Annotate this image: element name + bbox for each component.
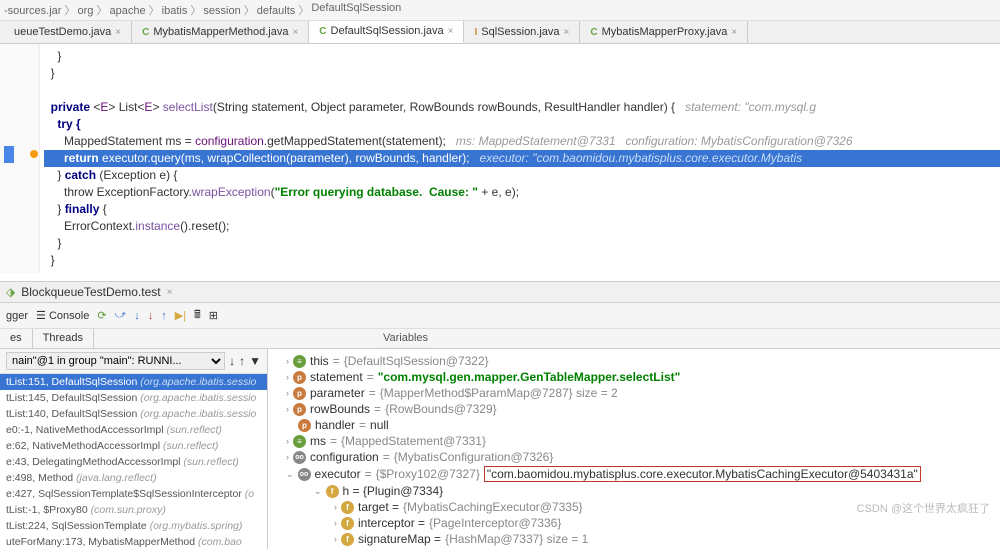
variable-row[interactable]: ›≡ms = {MappedStatement@7331} <box>272 433 996 449</box>
run-to-cursor-icon[interactable]: ▶| <box>175 309 186 322</box>
frames-panel: nain"@1 in group "main": RUNNI... ↓ ↑ ▼ … <box>0 349 268 549</box>
stack-frame[interactable]: e:498, Method (java.lang.reflect) <box>0 470 267 486</box>
field-icon: f <box>341 517 354 530</box>
tab-file-3[interactable]: ISqlSession.java× <box>464 21 580 43</box>
step-up-icon[interactable]: ↑ <box>239 354 245 368</box>
variable-row[interactable]: ›pparameter = {MapperMethod$ParamMap@728… <box>272 385 996 401</box>
filter-icon[interactable]: ▼ <box>249 354 261 368</box>
tab-threads[interactable]: Threads <box>33 329 94 348</box>
this-icon: ≡ <box>293 355 306 368</box>
code-content[interactable]: } } private <E> List<E> selectList(Strin… <box>0 48 1000 269</box>
close-icon[interactable]: × <box>564 27 570 38</box>
collapse-icon[interactable]: ⌄ <box>314 486 322 497</box>
stack-frame[interactable]: e:427, SqlSessionTemplate$SqlSessionInte… <box>0 486 267 502</box>
interface-icon: I <box>474 27 477 38</box>
tab-frames[interactable]: es <box>0 329 33 348</box>
field-icon: f <box>341 501 354 514</box>
execution-point-icon <box>4 146 14 163</box>
tab-file-2[interactable]: CDefaultSqlSession.java× <box>309 21 464 43</box>
watermark: CSDN @这个世界太疯狂了 <box>857 500 990 516</box>
expand-icon[interactable]: › <box>334 518 337 528</box>
variables-header: Variables <box>377 329 434 348</box>
stack-frame[interactable]: e:62, NativeMethodAccessorImpl (sun.refl… <box>0 438 267 454</box>
class-icon: C <box>319 26 326 37</box>
param-icon: p <box>293 403 306 416</box>
stack-frame[interactable]: tList:-1, $Proxy80 (com.sun.proxy) <box>0 502 267 518</box>
step-out-icon[interactable]: ↑ <box>161 310 167 322</box>
tab-file-0[interactable]: ueueTestDemo.java× <box>0 21 132 43</box>
close-icon[interactable]: × <box>292 27 298 38</box>
expand-icon[interactable]: › <box>286 388 289 398</box>
debug-session-tab[interactable]: ⬗ BlockqueueTestDemo.test × <box>0 281 1000 303</box>
variable-row[interactable]: ⌄fh = {Plugin@7334} <box>272 483 996 499</box>
expand-icon[interactable]: › <box>286 452 289 462</box>
variable-row[interactable]: ›pstatement = "com.mysql.gen.mapper.GenT… <box>272 369 996 385</box>
collapse-icon[interactable]: ⌄ <box>286 469 294 480</box>
stack-frame[interactable]: e:43, DelegatingMethodAccessorImpl (sun.… <box>0 454 267 470</box>
tab-debugger[interactable]: gger <box>6 310 28 322</box>
tab-file-1[interactable]: CMybatisMapperMethod.java× <box>132 21 309 43</box>
class-icon: C <box>590 27 597 38</box>
stack-frame[interactable]: e0:-1, NativeMethodAccessorImpl (sun.ref… <box>0 422 267 438</box>
tab-console[interactable]: ☰ Console <box>36 309 89 322</box>
evaluate-icon[interactable]: 🖩 <box>194 306 201 325</box>
stack-frame[interactable]: tList:151, DefaultSqlSession (org.apache… <box>0 374 267 390</box>
force-step-into-icon[interactable]: ↓ <box>148 310 154 322</box>
field-icon: f <box>341 533 354 546</box>
this-icon: ≡ <box>293 435 306 448</box>
tab-file-4[interactable]: CMybatisMapperProxy.java× <box>580 21 748 43</box>
variables-panel: ›≡this = {DefaultSqlSession@7322} ›pstat… <box>268 349 1000 549</box>
variable-row[interactable]: ›ooconfiguration = {MybatisConfiguration… <box>272 449 996 465</box>
debug-toolbar: gger ☰ Console ⟳ ⤻ ↓ ↓ ↑ ▶| 🖩 ⊞ <box>0 303 1000 329</box>
expand-icon[interactable]: › <box>286 356 289 366</box>
breakpoint-icon[interactable] <box>30 150 38 158</box>
debug-panel-tabs: es Threads Variables <box>0 329 1000 349</box>
stack-frame[interactable]: tList:224, SqlSessionTemplate (org.mybat… <box>0 518 267 534</box>
editor-tabs: ueueTestDemo.java× CMybatisMapperMethod.… <box>0 21 1000 44</box>
stack-frame[interactable]: uteForMany:173, MybatisMapperMethod (com… <box>0 534 267 549</box>
variable-row[interactable]: phandler = null <box>272 417 996 433</box>
code-editor[interactable]: } } private <E> List<E> selectList(Strin… <box>0 44 1000 273</box>
close-icon[interactable]: × <box>167 287 173 298</box>
variable-row[interactable]: ›≡this = {DefaultSqlSession@7322} <box>272 353 996 369</box>
param-icon: p <box>298 419 311 432</box>
expand-icon[interactable]: › <box>286 404 289 414</box>
thread-selector[interactable]: nain"@1 in group "main": RUNNI... <box>6 352 225 370</box>
highlighted-value: "com.baomidou.mybatisplus.core.executor.… <box>484 466 921 482</box>
debug-icon: ⬗ <box>6 285 15 299</box>
field-icon: f <box>326 485 339 498</box>
variable-row-executor[interactable]: ⌄ooexecutor = {$Proxy102@7327} "com.baom… <box>272 465 996 483</box>
close-icon[interactable]: × <box>731 27 737 38</box>
variable-row[interactable]: ›finterceptor = {PageInterceptor@7336} <box>272 515 996 531</box>
param-icon: p <box>293 371 306 384</box>
object-icon: oo <box>298 468 311 481</box>
stack-frame[interactable]: tList:140, DefaultSqlSession (org.apache… <box>0 406 267 422</box>
step-down-icon[interactable]: ↓ <box>229 354 235 368</box>
variable-row[interactable]: ›fsignatureMap = {HashMap@7337} size = 1 <box>272 531 996 547</box>
rerun-icon[interactable]: ⟳ <box>97 309 106 322</box>
expand-icon[interactable]: › <box>286 436 289 446</box>
class-icon: C <box>142 27 149 38</box>
object-icon: oo <box>293 451 306 464</box>
variable-row[interactable]: ›prowBounds = {RowBounds@7329} <box>272 401 996 417</box>
param-icon: p <box>293 387 306 400</box>
expand-icon[interactable]: › <box>286 372 289 382</box>
step-over-icon[interactable]: ⤻ <box>115 309 127 322</box>
breadcrumb: -sources.jar org apache ibatis session d… <box>0 0 1000 21</box>
settings-icon[interactable]: ⊞ <box>209 309 218 322</box>
stack-frame[interactable]: tList:145, DefaultSqlSession (org.apache… <box>0 390 267 406</box>
close-icon[interactable]: × <box>115 27 121 38</box>
close-icon[interactable]: × <box>448 26 454 37</box>
step-into-icon[interactable]: ↓ <box>134 310 140 322</box>
expand-icon[interactable]: › <box>334 502 337 512</box>
